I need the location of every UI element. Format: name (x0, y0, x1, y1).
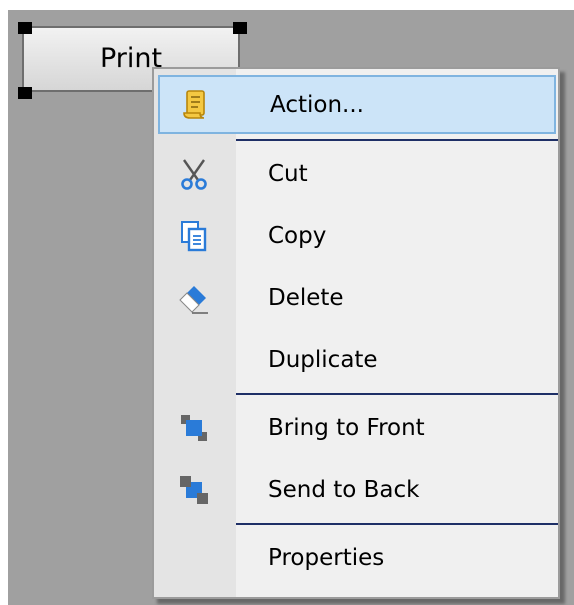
menu-item-label: Copy (268, 223, 327, 249)
menu-item-cut[interactable]: Cut (154, 143, 558, 205)
action-icon (178, 87, 214, 123)
menu-item-label: Delete (268, 285, 344, 311)
menu-item-properties[interactable]: Properties (154, 527, 558, 589)
menu-item-copy[interactable]: Copy (154, 205, 558, 267)
resize-handle-top-left[interactable] (18, 22, 32, 34)
menu-item-label: Cut (268, 161, 308, 187)
menu-separator (236, 139, 558, 141)
menu-separator (236, 523, 558, 525)
bring-to-front-icon (176, 410, 212, 446)
menu-separator (236, 393, 558, 395)
menu-item-action[interactable]: Action... (158, 75, 556, 134)
menu-item-label: Action... (270, 91, 364, 118)
send-to-back-icon (176, 472, 212, 508)
menu-item-label: Bring to Front (268, 415, 425, 441)
resize-handle-bottom-left[interactable] (18, 87, 32, 99)
scissors-icon (176, 156, 212, 192)
resize-handle-top-right[interactable] (233, 22, 247, 34)
eraser-icon (176, 280, 212, 316)
menu-item-send-to-back[interactable]: Send to Back (154, 459, 558, 521)
menu-item-bring-to-front[interactable]: Bring to Front (154, 397, 558, 459)
context-menu: Action... Cut Copy Delete Duplicate Brin… (152, 67, 560, 599)
menu-item-duplicate[interactable]: Duplicate (154, 329, 558, 391)
menu-item-delete[interactable]: Delete (154, 267, 558, 329)
menu-item-label: Properties (268, 545, 385, 571)
menu-item-label: Send to Back (268, 477, 420, 503)
menu-item-label: Duplicate (268, 347, 378, 373)
copy-icon (176, 218, 212, 254)
